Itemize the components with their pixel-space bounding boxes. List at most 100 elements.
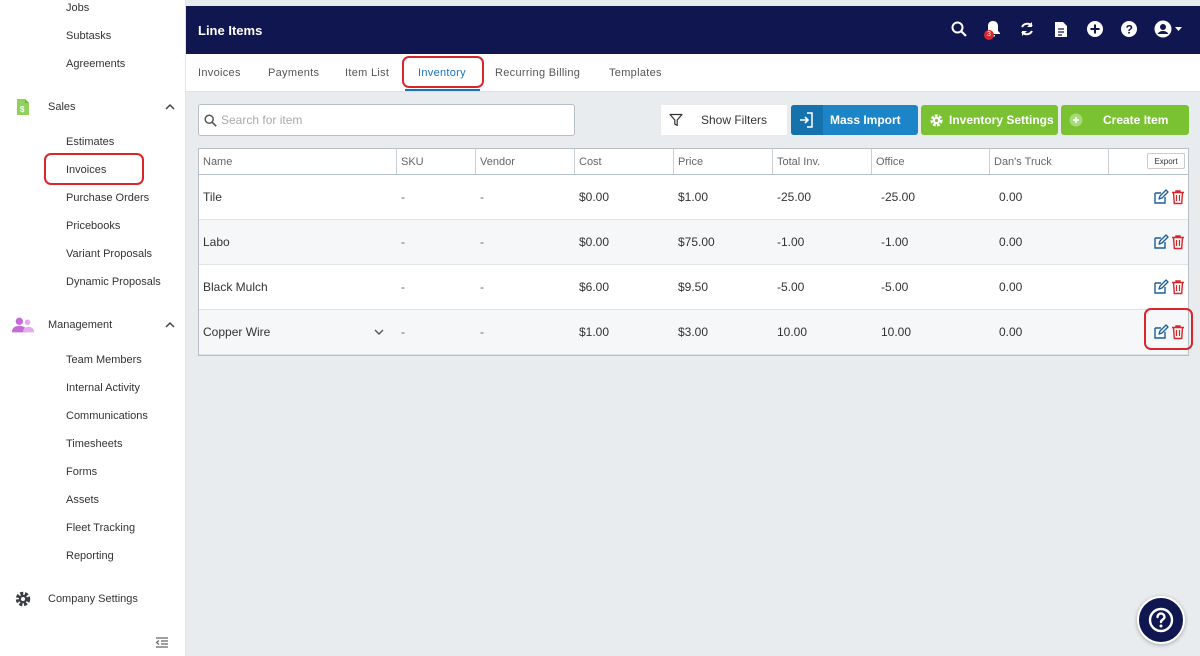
sidebar-item-forms[interactable]: Forms [66, 466, 97, 478]
sync-icon[interactable] [1016, 18, 1038, 40]
help-circle-icon [1148, 607, 1174, 633]
collapse-sidebar-icon[interactable] [155, 636, 169, 650]
help-circle-icon[interactable]: ? [1118, 18, 1140, 40]
edit-icon[interactable] [1153, 279, 1169, 295]
table-row[interactable]: Black Mulch - - $6.00 $9.50 -5.00 -5.00 … [199, 265, 1188, 310]
cell-sku: - [401, 235, 405, 249]
cell-dans-truck: 0.00 [999, 325, 1023, 339]
inventory-settings-button[interactable]: Inventory Settings [921, 105, 1058, 135]
search-box[interactable] [198, 104, 575, 136]
table-header: Name SKU Vendor Cost Price Total Inv. Of… [199, 149, 1188, 175]
sidebar-group-label: Sales [48, 101, 76, 113]
sidebar: Jobs Subtasks Agreements $ Sales Estimat… [0, 0, 186, 656]
sidebar-item-reporting[interactable]: Reporting [66, 550, 114, 562]
column-header-vendor[interactable]: Vendor [476, 149, 575, 174]
search-input[interactable] [221, 113, 551, 127]
cell-cost: $6.00 [579, 280, 610, 294]
cell-office: -5.00 [881, 280, 909, 294]
user-account-icon[interactable] [1152, 18, 1186, 40]
gear-icon [930, 113, 943, 127]
cell-total-inv: -1.00 [777, 235, 805, 249]
cell-price: $1.00 [678, 190, 709, 204]
sidebar-item-estimates[interactable]: Estimates [66, 136, 114, 148]
column-header-price[interactable]: Price [674, 149, 773, 174]
tab-invoices[interactable]: Invoices [198, 67, 241, 79]
chevron-up-icon[interactable] [163, 100, 177, 114]
tab-item-list[interactable]: Item List [345, 67, 389, 79]
edit-icon[interactable] [1153, 234, 1169, 250]
show-filters-button[interactable]: Show Filters [661, 105, 787, 135]
sidebar-item-company-settings[interactable]: Company Settings [12, 587, 177, 611]
active-tab-indicator [405, 89, 480, 91]
help-button[interactable] [1137, 596, 1185, 644]
sidebar-item-internal-activity[interactable]: Internal Activity [66, 382, 140, 394]
column-header-name[interactable]: Name [199, 149, 397, 174]
delete-trash-icon[interactable] [1170, 189, 1186, 205]
sidebar-item-subtasks[interactable]: Subtasks [66, 30, 111, 42]
edit-icon[interactable] [1153, 189, 1169, 205]
mass-import-button[interactable]: Mass Import [791, 105, 918, 135]
cell-cost: $0.00 [579, 235, 610, 249]
export-button[interactable]: Export [1147, 153, 1185, 169]
column-header-office[interactable]: Office [872, 149, 990, 174]
cell-name: Black Mulch [203, 280, 268, 294]
cell-name: Tile [203, 190, 222, 204]
sidebar-item-dynamic-proposals[interactable]: Dynamic Proposals [66, 276, 161, 288]
sidebar-group-management[interactable]: Management [12, 313, 177, 337]
cell-vendor: - [480, 235, 484, 249]
table-row[interactable]: Labo - - $0.00 $75.00 -1.00 -1.00 0.00 [199, 220, 1188, 265]
cell-sku: - [401, 325, 405, 339]
chevron-down-icon[interactable] [373, 326, 385, 338]
search-icon[interactable] [948, 18, 970, 40]
sidebar-group-label: Management [48, 319, 113, 331]
cell-price: $9.50 [678, 280, 709, 294]
column-header-dans-truck[interactable]: Dan's Truck [990, 149, 1109, 174]
page-title: Line Items [198, 22, 263, 38]
column-header-total-inv[interactable]: Total Inv. [773, 149, 872, 174]
bell-icon[interactable]: 3 [982, 18, 1004, 40]
sidebar-item-timesheets[interactable]: Timesheets [66, 438, 122, 450]
cell-name: Labo [203, 235, 230, 249]
cell-dans-truck: 0.00 [999, 280, 1023, 294]
sidebar-item-team-members[interactable]: Team Members [66, 354, 142, 366]
column-header-sku[interactable]: SKU [397, 149, 476, 174]
tab-recurring-billing[interactable]: Recurring Billing [495, 67, 580, 79]
sidebar-item-jobs[interactable]: Jobs [66, 2, 89, 14]
table-row[interactable]: Copper Wire - - $1.00 $3.00 10.00 10.00 … [199, 310, 1188, 355]
cell-name: Copper Wire [203, 325, 271, 339]
search-icon [204, 113, 217, 127]
table-row[interactable]: Tile - - $0.00 $1.00 -25.00 -25.00 0.00 [199, 175, 1188, 220]
column-header-cost[interactable]: Cost [575, 149, 674, 174]
cell-vendor: - [480, 280, 484, 294]
cell-total-inv: -25.00 [777, 190, 812, 204]
sidebar-item-assets[interactable]: Assets [66, 494, 99, 506]
tab-templates[interactable]: Templates [609, 67, 662, 79]
create-item-button[interactable]: Create Item [1061, 105, 1189, 135]
cell-office: -1.00 [881, 235, 909, 249]
button-label: Mass Import [830, 113, 901, 127]
delete-trash-icon[interactable] [1170, 279, 1186, 295]
delete-trash-icon[interactable] [1170, 234, 1186, 250]
svg-text:?: ? [1126, 23, 1133, 37]
highlight-box-invoices [44, 153, 144, 185]
tab-payments[interactable]: Payments [268, 67, 319, 79]
sidebar-item-label: Company Settings [48, 593, 138, 605]
cell-dans-truck: 0.00 [999, 190, 1023, 204]
sidebar-item-purchase-orders[interactable]: Purchase Orders [66, 192, 149, 204]
document-icon[interactable] [1050, 18, 1072, 40]
sidebar-item-agreements[interactable]: Agreements [66, 58, 125, 70]
chevron-up-icon[interactable] [163, 318, 177, 332]
sidebar-item-communications[interactable]: Communications [66, 410, 148, 422]
tab-bar: Invoices Payments Item List Inventory Re… [186, 54, 1200, 92]
sidebar-item-variant-proposals[interactable]: Variant Proposals [66, 248, 152, 260]
add-circle-icon[interactable] [1084, 18, 1106, 40]
cell-office: -25.00 [881, 190, 916, 204]
sidebar-item-fleet-tracking[interactable]: Fleet Tracking [66, 522, 135, 534]
sidebar-group-sales[interactable]: $ Sales [12, 95, 177, 119]
sidebar-item-pricebooks[interactable]: Pricebooks [66, 220, 120, 232]
sales-document-icon: $ [12, 96, 34, 118]
cell-vendor: - [480, 190, 484, 204]
notification-badge: 3 [984, 30, 994, 40]
cell-vendor: - [480, 325, 484, 339]
cell-cost: $1.00 [579, 325, 610, 339]
